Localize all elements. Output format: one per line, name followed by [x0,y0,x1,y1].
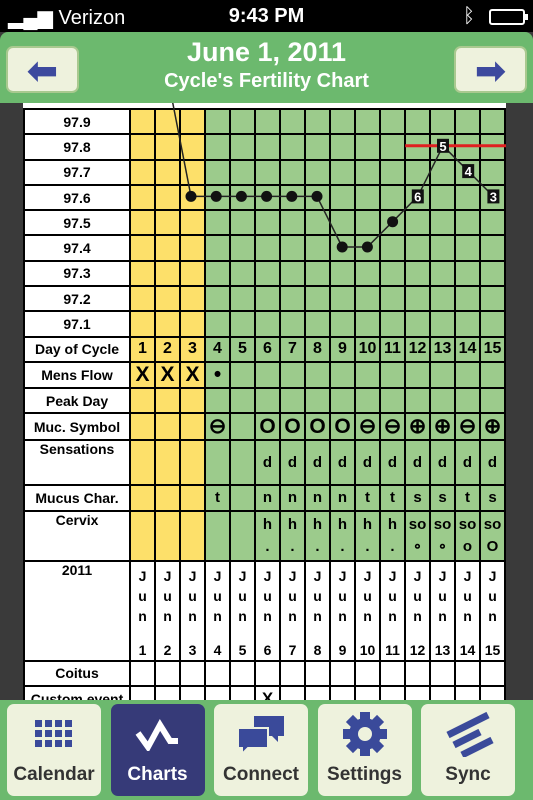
prev-button[interactable]: ⬅ [6,46,79,93]
status-bar: ▂▄▆ Verizon 9:43 PM ᛒ [0,0,533,32]
tab-bar: Calendar Charts Connect Settings Sync [0,700,533,800]
tab-label: Settings [327,764,402,785]
tab-sync[interactable]: Sync [421,704,515,796]
temp-point [261,190,273,202]
temp-point [210,190,222,202]
temp-point [185,190,197,202]
chat-bubbles-icon [214,704,308,764]
arrow-right-icon: ➡ [475,50,506,91]
tab-charts[interactable]: Charts [110,704,205,796]
battery-icon [489,8,528,25]
temp-count-label: 3 [490,189,497,204]
header: ⬅ June 1, 2011 Cycle's Fertility Chart ➡ [0,32,533,103]
temp-line-segment [172,103,192,197]
temp-count-label: 4 [465,164,473,179]
temp-point [387,216,399,228]
temp-point [286,190,298,202]
temp-count-label: 5 [439,139,446,154]
tab-label: Connect [223,764,299,785]
tab-label: Calendar [13,764,95,785]
temp-point [361,241,373,253]
tab-label: Sync [445,764,491,785]
temp-count-label: 6 [414,189,421,204]
temp-line-segment [316,196,343,248]
tab-settings[interactable]: Settings [317,704,412,796]
chart-line-icon [111,704,205,764]
gear-icon [318,704,412,764]
temperature-graph: 6 5 4 3 [172,103,506,253]
tab-label: Charts [127,764,188,785]
tab-calendar[interactable]: Calendar [7,704,101,796]
sync-icon [421,704,515,764]
arrow-left-icon: ⬅ [27,50,58,91]
clock: 9:43 PM [228,5,305,27]
tab-connect[interactable]: Connect [214,704,308,796]
next-button[interactable]: ➡ [454,46,527,93]
calendar-grid-icon [7,704,101,764]
temp-point [235,190,247,202]
temp-point [336,241,348,253]
bluetooth-icon: ᛒ [463,5,475,27]
fertility-chart[interactable]: 97.9 97.8 97.7 97.6 97.5 97.4 97.3 97.2 97.1 Day … [23,103,506,700]
temp-point [311,190,323,202]
